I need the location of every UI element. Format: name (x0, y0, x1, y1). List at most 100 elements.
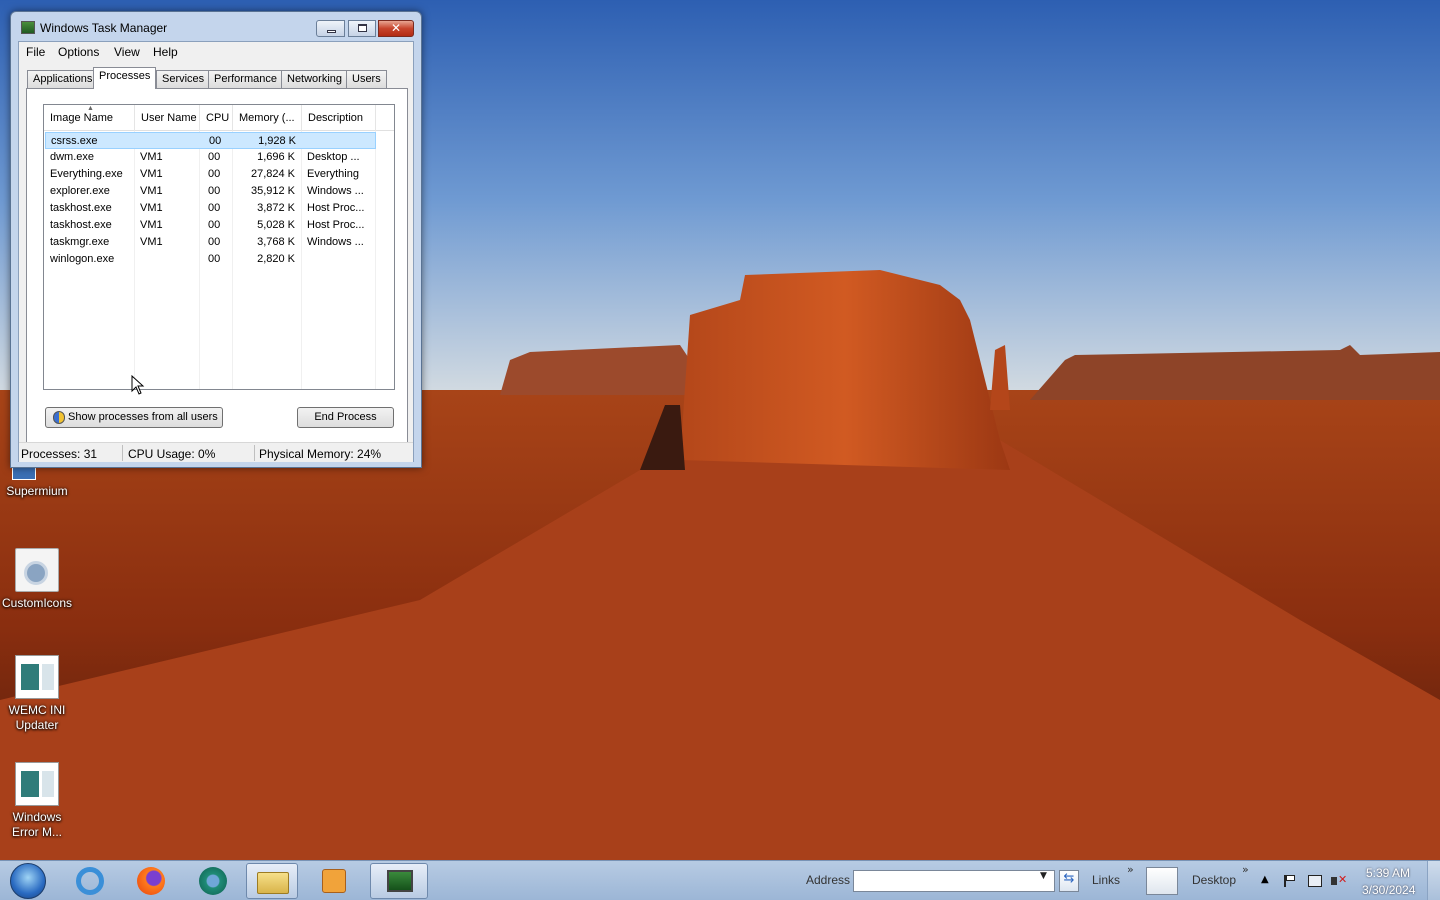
file-explorer-icon (257, 872, 289, 894)
table-row[interactable]: taskhost.exe VM1 00 3,872 K Host Proc... (45, 200, 376, 217)
table-row[interactable]: winlogon.exe 00 2,820 K (45, 251, 376, 268)
menu-options[interactable]: Options (58, 45, 99, 59)
desktop-icon-label: CustomIcons (1, 596, 73, 610)
cell-cpu: 00 (208, 168, 221, 180)
taskbar-task-manager[interactable] (370, 863, 428, 899)
maximize-button[interactable] (348, 20, 376, 37)
cell-memory: 1,696 K (257, 151, 295, 163)
cell-user: VM1 (140, 185, 163, 197)
taskbar-chromium[interactable] (187, 863, 239, 899)
status-separator (254, 445, 255, 461)
network-icon[interactable] (1308, 875, 1322, 887)
sort-ascending-icon: ▲ (87, 105, 94, 112)
desktop-icon-customicons[interactable]: CustomIcons (0, 548, 74, 611)
tab-performance[interactable]: Performance (208, 70, 283, 88)
tab-networking[interactable]: Networking (281, 70, 349, 88)
menu-view[interactable]: View (114, 45, 140, 59)
cell-image: taskhost.exe (50, 219, 112, 231)
cell-description: Everything (307, 168, 359, 180)
status-bar: Processes: 31 CPU Usage: 0% Physical Mem… (19, 442, 413, 462)
desktop-icon-label: Windows Error M... (12, 810, 62, 839)
table-row[interactable]: csrss.exe 00 1,928 K (45, 132, 376, 149)
cell-cpu: 00 (208, 253, 221, 265)
menu-help[interactable]: Help (153, 45, 178, 59)
cell-cpu: 00 (208, 219, 221, 231)
toolbar-app-icon[interactable] (1146, 867, 1178, 895)
tab-processes[interactable]: Processes (93, 67, 157, 89)
address-input[interactable] (853, 870, 1055, 892)
cell-image: winlogon.exe (50, 253, 115, 265)
desktop-toolbar[interactable]: Desktop (1192, 873, 1236, 887)
minimize-button[interactable] (316, 20, 345, 37)
status-physical-memory: Physical Memory: 24% (259, 447, 382, 461)
clock-time[interactable]: 5:39 AM (1366, 866, 1410, 880)
cell-description: Desktop ... (307, 151, 360, 163)
menu-bar: File Options View Help (19, 42, 413, 62)
taskbar-file-explorer[interactable] (246, 863, 298, 899)
close-button[interactable]: ✕ (378, 20, 414, 37)
cell-user: VM1 (140, 236, 163, 248)
flag-icon[interactable] (1284, 875, 1298, 887)
volume-muted-icon[interactable]: ✕ (1331, 873, 1347, 887)
cell-memory: 3,872 K (257, 202, 295, 214)
tab-services[interactable]: Services (156, 70, 211, 88)
column-description[interactable]: Description (302, 105, 376, 131)
cell-memory: 2,820 K (257, 253, 295, 265)
taskbar-internet-explorer[interactable] (64, 863, 116, 899)
table-row[interactable]: Everything.exe VM1 00 27,824 K Everything (45, 166, 376, 183)
task-manager-icon (21, 21, 35, 34)
tab-applications[interactable]: Applications (27, 70, 99, 88)
title-bar[interactable]: Windows Task Manager ✕ (11, 12, 421, 40)
table-row[interactable]: taskhost.exe VM1 00 5,028 K Host Proc... (45, 217, 376, 234)
show-desktop-button[interactable] (1427, 861, 1440, 900)
cell-description: Windows ... (307, 236, 364, 248)
cell-cpu: 00 (208, 185, 221, 197)
tab-users[interactable]: Users (346, 70, 387, 88)
cell-image: explorer.exe (50, 185, 110, 197)
customicons-icon (15, 548, 59, 592)
clock-date[interactable]: 3/30/2024 (1362, 883, 1415, 897)
show-all-processes-label: Show processes from all users (68, 411, 218, 423)
cell-description: Windows ... (307, 185, 364, 197)
links-toolbar[interactable]: Links (1092, 873, 1120, 887)
cell-user: VM1 (140, 202, 163, 214)
desktop-icon-wemc-ini-updater[interactable]: WEMC INI Updater (0, 655, 74, 733)
show-hidden-icons-icon[interactable]: ▲ (1261, 874, 1275, 886)
chevron-down-icon[interactable]: ▼ (1040, 871, 1047, 881)
start-button[interactable] (2, 863, 54, 899)
table-row[interactable]: taskmgr.exe VM1 00 3,768 K Windows ... (45, 234, 376, 251)
table-row[interactable]: dwm.exe VM1 00 1,696 K Desktop ... (45, 149, 376, 166)
task-manager-window: Windows Task Manager ✕ File Options View… (10, 11, 422, 468)
status-cpu-usage: CPU Usage: 0% (128, 447, 216, 461)
cell-memory: 1,928 K (258, 135, 296, 147)
media-player-icon (322, 869, 346, 893)
table-row[interactable]: explorer.exe VM1 00 35,912 K Windows ... (45, 183, 376, 200)
desktop-icon-label: WEMC INI Updater (8, 703, 66, 732)
desktop-chevron-icon[interactable]: » (1242, 863, 1249, 876)
column-memory[interactable]: Memory (... (233, 105, 302, 131)
status-separator (122, 445, 123, 461)
chromium-icon (199, 867, 227, 895)
window-title: Windows Task Manager (40, 21, 168, 35)
go-button[interactable]: ⇆ (1059, 870, 1079, 892)
cell-image: taskmgr.exe (50, 236, 110, 248)
cell-image: csrss.exe (51, 135, 98, 147)
desktop-icon-windows-error[interactable]: Windows Error M... (0, 762, 74, 840)
firefox-icon (137, 867, 165, 895)
go-arrow-icon: ⇆ (1063, 871, 1075, 886)
column-cpu[interactable]: CPU (200, 105, 233, 131)
process-list[interactable]: ▲ Image Name User Name CPU Memory (... D… (43, 104, 395, 390)
menu-file[interactable]: File (26, 45, 45, 59)
cell-cpu: 00 (208, 236, 221, 248)
column-user-name[interactable]: User Name (135, 105, 200, 131)
cell-image: taskhost.exe (50, 202, 112, 214)
taskbar-firefox[interactable] (125, 863, 177, 899)
cell-image: Everything.exe (50, 168, 123, 180)
links-chevron-icon[interactable]: » (1127, 863, 1134, 876)
cell-user: VM1 (140, 219, 163, 231)
column-image-name[interactable]: ▲ Image Name (44, 105, 135, 131)
taskbar-media-player[interactable] (308, 863, 360, 899)
end-process-button[interactable]: End Process (297, 407, 394, 428)
column-label: Image Name (50, 112, 113, 124)
show-all-processes-button[interactable]: Show processes from all users (45, 407, 223, 428)
